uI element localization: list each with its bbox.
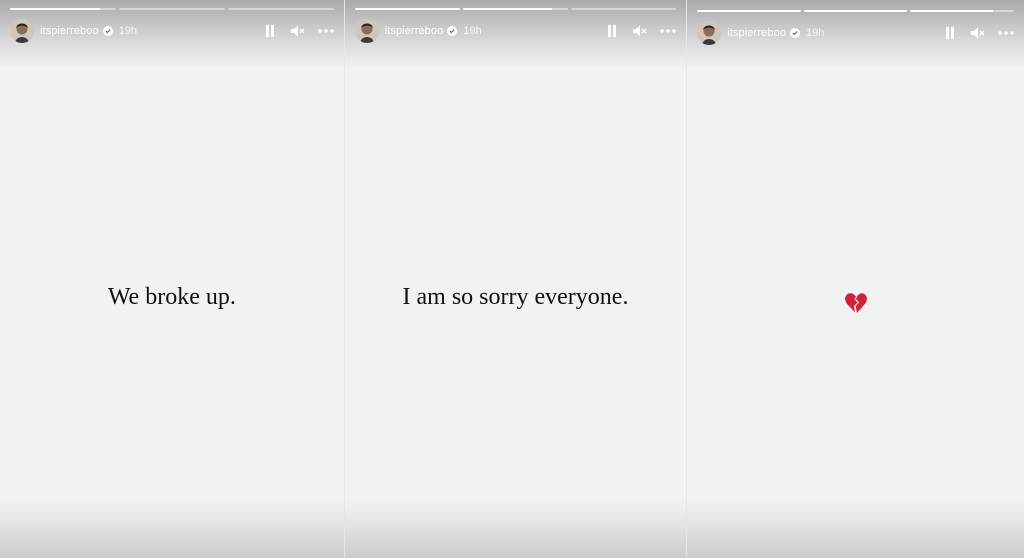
bottom-gradient [0, 500, 344, 558]
more-options-icon[interactable] [998, 25, 1014, 41]
more-options-icon[interactable] [660, 23, 677, 39]
progress-segment [910, 10, 1015, 12]
post-time: 19h [806, 27, 825, 39]
story-panel-2[interactable]: itspierreboo 19h I am so sorry everyone. [343, 0, 687, 558]
mute-icon[interactable] [632, 23, 648, 39]
verified-badge-icon [102, 26, 113, 36]
avatar[interactable] [354, 19, 379, 43]
progress-segment [227, 8, 334, 10]
progress-segment [803, 10, 908, 12]
progress-segment [354, 8, 460, 10]
progress-fill [697, 10, 801, 12]
more-options-icon[interactable] [317, 23, 334, 39]
story-progress-bar [354, 8, 677, 10]
story-controls [604, 23, 677, 39]
progress-fill [462, 8, 553, 10]
story-header: itspierreboo 19h [354, 18, 677, 44]
bottom-gradient [687, 500, 1024, 558]
progress-segment [118, 8, 225, 10]
progress-segment [571, 8, 677, 10]
story-controls [942, 25, 1014, 41]
progress-segment [462, 8, 569, 10]
post-time: 19h [463, 25, 482, 37]
progress-segment [10, 8, 116, 10]
bottom-gradient [344, 500, 687, 558]
mute-icon[interactable] [290, 23, 306, 39]
avatar[interactable] [10, 19, 34, 43]
stories-viewer: itspierreboo 19h We broke up. itspierreb… [0, 0, 1024, 558]
username[interactable]: itspierreboo [385, 25, 444, 37]
story-panel-3[interactable]: itspierreboo 19h [686, 0, 1024, 558]
story-progress-bar [10, 8, 334, 10]
story-header: itspierreboo 19h [10, 18, 334, 44]
verified-badge-icon [447, 26, 458, 36]
story-panel-1[interactable]: itspierreboo 19h We broke up. [0, 0, 344, 558]
username[interactable]: itspierreboo [727, 27, 786, 39]
story-text: We broke up. [107, 284, 236, 310]
avatar[interactable] [697, 21, 722, 45]
story-header: itspierreboo 19h [697, 20, 1014, 46]
verified-badge-icon [790, 28, 801, 38]
story-progress-bar [697, 10, 1015, 12]
pause-icon[interactable] [262, 23, 278, 39]
username[interactable]: itspierreboo [40, 25, 99, 37]
story-text: I am so sorry everyone. [402, 284, 629, 310]
progress-fill [910, 10, 994, 12]
progress-fill [803, 10, 908, 12]
progress-segment [697, 10, 801, 12]
pause-icon[interactable] [942, 25, 958, 41]
pause-icon[interactable] [604, 23, 620, 39]
progress-fill [354, 8, 460, 10]
post-time: 19h [118, 25, 138, 37]
story-controls [262, 23, 334, 39]
mute-icon[interactable] [970, 25, 986, 41]
broken-heart-icon [844, 292, 868, 314]
progress-fill [10, 8, 100, 10]
